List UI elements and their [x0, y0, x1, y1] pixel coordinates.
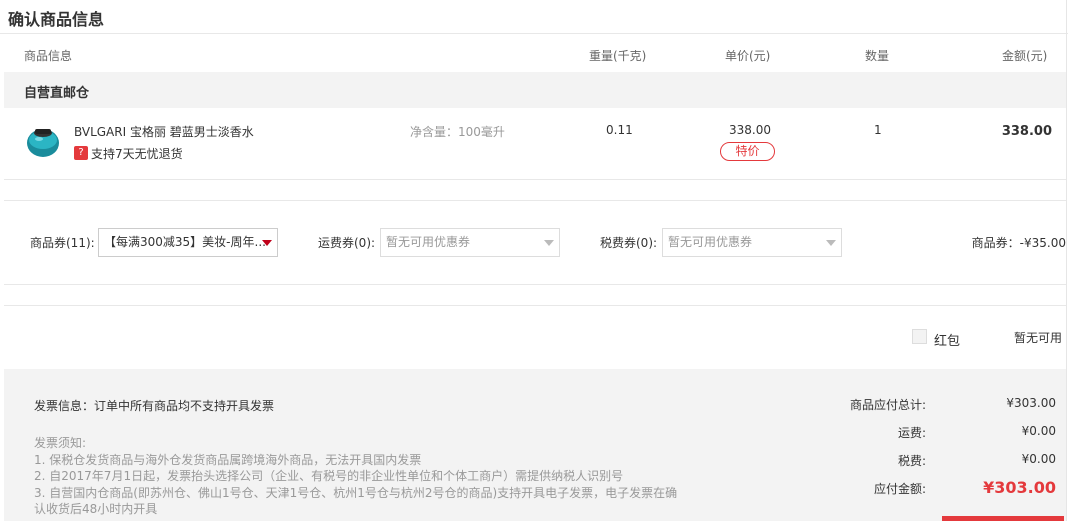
invoice-notice-line: 2. 自2017年7月1日起，发票抬头选择公司（企业、有税号的非企业性单位和个体… — [34, 469, 624, 483]
product-image[interactable] — [26, 126, 60, 158]
tax-coupon-value: 暂无可用优惠券 — [668, 235, 753, 249]
shipping-coupon-select[interactable]: 暂无可用优惠券 — [380, 228, 560, 257]
product-coupon-select[interactable]: 【每满300减35】美妆-周年... — [98, 228, 278, 257]
dropdown-arrow-icon — [262, 240, 272, 246]
invoice-notice-line: 认收货后48小时内开具 — [34, 502, 158, 516]
invoice-notice: 发票须知: 1. 保税仓发货商品与海外仓发货商品属跨境海外商品，无法开具国内发票… — [34, 435, 684, 518]
tax-value: ¥0.00 — [1021, 452, 1056, 466]
invoice-info: 发票信息：订单中所有商品均不支持开具发票 — [34, 399, 275, 413]
tax-label: 税费: — [897, 454, 926, 468]
tax-coupon-label: 税费券(0): — [600, 236, 658, 250]
dropdown-arrow-icon — [826, 240, 836, 246]
subtotal-value: ¥303.00 — [1006, 396, 1056, 410]
subtotal-label: 商品应付总计: — [849, 398, 926, 412]
divider — [4, 305, 1066, 306]
product-spec: 净含量：100毫升 — [410, 125, 505, 139]
return-policy-text: 支持7天无忧退货 — [91, 147, 183, 161]
product-unit-price: 338.00 — [729, 123, 771, 137]
red-packet-status: 暂无可用 — [1013, 331, 1062, 345]
product-weight: 0.11 — [606, 123, 633, 137]
column-header-weight: 重量(千克) — [589, 49, 647, 63]
divider — [4, 200, 1066, 201]
shipping-value: ¥0.00 — [1021, 424, 1056, 438]
column-header-quantity: 数量 — [865, 49, 890, 63]
product-name-link[interactable]: BVLGARI 宝格丽 碧蓝男士淡香水 — [74, 123, 254, 140]
divider — [4, 179, 1066, 180]
right-edge-divider — [1066, 0, 1067, 521]
shipping-label: 运费: — [897, 426, 926, 440]
title-divider — [0, 33, 1068, 34]
return-policy-icon: ? — [74, 146, 88, 160]
divider — [4, 284, 1066, 285]
invoice-notice-line: 3. 自营国内仓商品(即苏州仓、佛山1号仓、天津1号仓、杭州1号仓与杭州2号仓的… — [34, 485, 678, 500]
warehouse-bar: 自营直邮仓 — [4, 72, 1066, 108]
payable-label: 应付金额: — [873, 482, 926, 496]
red-packet-label: 红包 — [934, 334, 961, 349]
product-amount: 338.00 — [1001, 124, 1052, 139]
shipping-coupon-label: 运费券(0): — [318, 236, 376, 250]
shipping-coupon-value: 暂无可用优惠券 — [386, 235, 471, 249]
order-footer: 发票信息：订单中所有商品均不支持开具发票 发票须知: 1. 保税仓发货商品与海外… — [4, 369, 1066, 521]
page-title: 确认商品信息 — [8, 10, 105, 29]
invoice-notice-line: 发票须知: — [34, 436, 87, 450]
submit-order-button[interactable] — [942, 516, 1064, 521]
column-header-product: 商品信息 — [24, 49, 73, 63]
perfume-bottle-icon — [27, 129, 59, 157]
warehouse-name: 自营直邮仓 — [24, 86, 90, 101]
product-coupon-value: 【每满300减35】美妆-周年... — [104, 235, 266, 249]
tax-coupon-select[interactable]: 暂无可用优惠券 — [662, 228, 842, 257]
red-packet-checkbox[interactable] — [912, 329, 927, 344]
product-coupon-label: 商品券(11): — [30, 236, 95, 250]
dropdown-arrow-icon — [544, 240, 554, 246]
column-header-amount: 金额(元) — [1002, 49, 1048, 63]
coupon-discount-summary: 商品券：-¥35.00 — [971, 236, 1066, 250]
special-price-badge: 特价 — [720, 142, 775, 161]
payable-value: ¥303.00 — [983, 478, 1056, 497]
product-quantity: 1 — [874, 123, 882, 137]
column-header-unit-price: 单价(元) — [725, 49, 771, 63]
invoice-notice-line: 1. 保税仓发货商品与海外仓发货商品属跨境海外商品，无法开具国内发票 — [34, 452, 422, 467]
